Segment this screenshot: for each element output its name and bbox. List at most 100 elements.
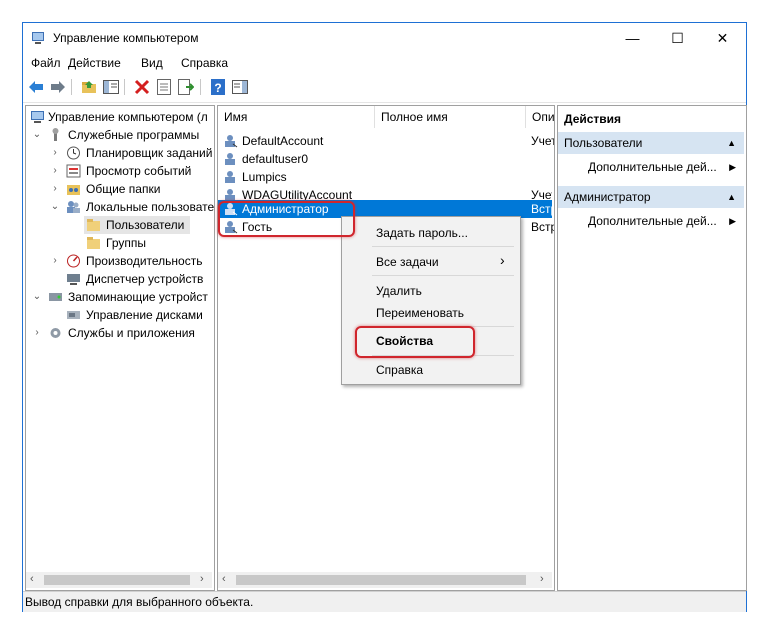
tree-item-task-scheduler[interactable]: › Планировщик заданий <box>26 144 212 162</box>
status-bar: Вывод справки для выбранного объекта. <box>23 591 746 612</box>
export-icon[interactable] <box>177 78 195 96</box>
list-item[interactable]: WDAGUtilityAccount Учет <box>218 186 552 200</box>
tools-icon <box>52 128 59 141</box>
back-icon[interactable] <box>27 78 45 96</box>
submenu-arrow-icon: ▶ <box>729 216 736 226</box>
chevron-right-icon[interactable]: › <box>50 180 60 198</box>
submenu-arrow-icon: › <box>500 252 505 268</box>
list-horizontal-scrollbar[interactable]: ‹ › <box>218 572 552 588</box>
menu-view[interactable]: Вид <box>141 56 163 70</box>
show-tree-icon[interactable] <box>102 78 120 96</box>
services-icon <box>50 328 61 338</box>
tree-item-users[interactable]: Пользователи <box>84 216 190 234</box>
chevron-right-icon[interactable]: › <box>32 324 42 342</box>
menu-item-delete[interactable]: Удалить <box>376 284 422 298</box>
status-text: Вывод справки для выбранного объекта. <box>25 595 254 609</box>
tree-horizontal-scrollbar[interactable]: ‹ › <box>26 572 212 588</box>
column-header-fullname[interactable]: Полное имя <box>375 106 526 128</box>
user-icon <box>225 189 235 200</box>
highlight-ring-properties <box>355 326 475 358</box>
chevron-down-icon[interactable]: ⌄ <box>32 288 42 306</box>
submenu-arrow-icon: ▶ <box>729 162 736 172</box>
chevron-right-icon[interactable]: › <box>50 252 60 270</box>
forward-icon[interactable] <box>49 78 67 96</box>
computer-management-icon <box>31 111 44 123</box>
delete-icon[interactable] <box>133 78 151 96</box>
scroll-right-icon[interactable]: › <box>200 573 204 585</box>
scroll-thumb[interactable] <box>44 575 190 585</box>
menu-item-all-tasks[interactable]: Все задачи <box>376 255 439 269</box>
tree-item-computer-management[interactable]: Управление компьютером (л <box>26 108 212 126</box>
window-title: Управление компьютером <box>53 31 199 45</box>
toolbar-separator <box>124 79 125 95</box>
toolbar-separator <box>200 79 201 95</box>
action-pane-icon[interactable] <box>231 78 249 96</box>
device-manager-icon <box>67 274 80 285</box>
list-item[interactable]: DefaultAccount Учет <box>218 132 554 150</box>
actions-more-administrator[interactable]: Дополнительные дей... ▶ <box>558 210 744 232</box>
toolbar-separator <box>71 79 72 95</box>
menu-separator <box>372 275 514 276</box>
shared-folder-icon <box>67 185 80 195</box>
scroll-left-icon[interactable]: ‹ <box>222 573 226 585</box>
user-icon <box>225 153 235 165</box>
collapse-up-icon[interactable]: ▲ <box>727 132 736 154</box>
highlight-ring-administrator <box>218 201 355 237</box>
tree-item-performance[interactable]: › Производительность <box>26 252 212 270</box>
minimize-button[interactable]: — <box>610 23 655 53</box>
toolbar: ? <box>23 74 746 103</box>
folder-icon <box>87 237 100 249</box>
actions-section-administrator[interactable]: Администратор ▲ <box>558 186 744 208</box>
chevron-right-icon[interactable]: › <box>50 144 60 162</box>
collapse-up-icon[interactable]: ▲ <box>727 186 736 208</box>
scroll-thumb[interactable] <box>236 575 526 585</box>
menu-item-set-password[interactable]: Задать пароль... <box>376 226 468 240</box>
context-menu: Задать пароль... Все задачи › Удалить Пе… <box>341 216 521 385</box>
chevron-down-icon[interactable]: ⌄ <box>50 198 60 216</box>
storage-icon <box>49 293 62 301</box>
actions-section-users[interactable]: Пользователи ▲ <box>558 132 744 154</box>
scroll-right-icon[interactable]: › <box>540 573 544 585</box>
tree-item-event-viewer[interactable]: › Просмотр событий <box>26 162 212 180</box>
tree-item-groups[interactable]: Группы <box>26 234 212 252</box>
column-header-description[interactable]: Опи <box>526 106 554 128</box>
disk-icon <box>67 311 80 319</box>
list-item[interactable]: defaultuser0 <box>218 150 552 168</box>
tree-item-system-tools[interactable]: ⌄ Служебные программы <box>26 126 212 144</box>
user-icon <box>225 171 235 183</box>
tree-item-services-apps[interactable]: › Службы и приложения <box>26 324 212 342</box>
menu-bar: Файл Действие Вид Справка <box>23 53 746 74</box>
computer-management-app-icon <box>32 32 44 44</box>
tree-item-local-users[interactable]: ⌄ Локальные пользовате <box>26 198 214 216</box>
user-icon <box>225 135 238 148</box>
console-tree: Управление компьютером (л ⌄ Служебные пр… <box>25 105 215 591</box>
help-icon[interactable]: ? <box>209 78 227 96</box>
menu-item-help[interactable]: Справка <box>376 363 423 377</box>
tree-item-shared-folders[interactable]: › Общие папки <box>26 180 212 198</box>
chevron-down-icon[interactable]: ⌄ <box>32 126 42 144</box>
title-bar[interactable]: Управление компьютером — ☐ ✕ <box>23 23 746 53</box>
tree-item-device-manager[interactable]: Диспетчер устройств <box>26 270 212 288</box>
svg-text:?: ? <box>214 81 221 95</box>
menu-help[interactable]: Справка <box>181 56 228 70</box>
actions-header: Действия <box>564 112 622 126</box>
tree-item-disk-management[interactable]: Управление дисками <box>26 306 212 324</box>
menu-item-rename[interactable]: Переименовать <box>376 306 464 320</box>
list-item[interactable]: Lumpics <box>218 168 552 186</box>
actions-pane: Действия Пользователи ▲ Дополнительные д… <box>557 105 747 591</box>
tree-item-storage[interactable]: ⌄ Запоминающие устройст <box>26 288 212 306</box>
clock-icon <box>67 146 80 160</box>
menu-separator <box>372 246 514 247</box>
close-button[interactable]: ✕ <box>700 23 745 53</box>
properties-icon[interactable] <box>155 78 173 96</box>
users-icon <box>67 201 80 213</box>
scroll-left-icon[interactable]: ‹ <box>30 573 34 585</box>
column-header-name[interactable]: Имя <box>218 106 375 128</box>
maximize-button[interactable]: ☐ <box>655 23 700 53</box>
performance-icon <box>67 254 80 268</box>
menu-action[interactable]: Действие <box>68 56 121 70</box>
up-folder-icon[interactable] <box>80 78 98 96</box>
menu-file[interactable]: Файл <box>31 56 61 70</box>
actions-more-users[interactable]: Дополнительные дей... ▶ <box>558 156 744 178</box>
chevron-right-icon[interactable]: › <box>50 162 60 180</box>
